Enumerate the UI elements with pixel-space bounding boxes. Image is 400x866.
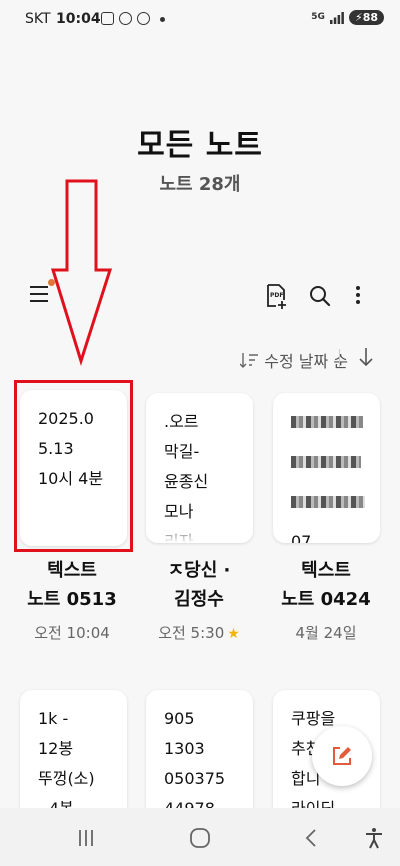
preview-line: 1303 bbox=[164, 739, 205, 758]
note-title: ㅈ당신 · 김정수 bbox=[134, 556, 264, 614]
note-card-0513[interactable]: 2025.0 5.13 10시 4분 bbox=[20, 390, 127, 546]
preview-line: 윤종신 bbox=[164, 472, 209, 491]
note-title: 텍스트 노트 0513 bbox=[7, 556, 137, 614]
note-title-line: 노트 0424 bbox=[281, 589, 371, 610]
note-date: 4월 24일 bbox=[295, 624, 357, 642]
preview-line: 10시 4분 bbox=[38, 469, 104, 488]
preview-line: 07 bbox=[291, 532, 312, 543]
battery-level: 88 bbox=[362, 11, 378, 24]
accessibility-button[interactable] bbox=[362, 826, 390, 850]
preview-line: .오르 bbox=[164, 412, 199, 431]
pdf-add-icon: PDF bbox=[267, 284, 286, 309]
back-icon bbox=[305, 829, 316, 847]
recent-apps-icon bbox=[79, 830, 93, 846]
note-date: 오전 5:30 ★ bbox=[134, 622, 264, 643]
search-button[interactable] bbox=[306, 282, 334, 310]
more-options-button[interactable] bbox=[348, 282, 376, 310]
preview-line: 뚜껑(소) bbox=[38, 769, 95, 788]
new-badge-dot bbox=[48, 279, 55, 286]
carrier-label: SKT bbox=[25, 11, 51, 27]
sort-divider bbox=[339, 349, 340, 367]
note-preview: 1k - 12봉 뚜껑(소) - 4봉 bbox=[38, 704, 121, 824]
screenshot-notification-icon bbox=[101, 12, 114, 25]
system-navigation-bar bbox=[0, 808, 400, 866]
preview-line: 막길- bbox=[164, 442, 200, 461]
sort-direction-button[interactable] bbox=[356, 345, 376, 369]
menu-icon-bar bbox=[30, 300, 48, 302]
svg-text:PDF: PDF bbox=[270, 292, 283, 299]
compose-icon bbox=[333, 747, 351, 765]
note-date: 오전 10:04 bbox=[34, 624, 110, 642]
sort-icon bbox=[240, 353, 259, 368]
preview-line: 5.13 bbox=[38, 439, 74, 458]
redacted-line bbox=[291, 487, 374, 527]
menu-button[interactable] bbox=[28, 279, 55, 306]
accessibility-icon bbox=[366, 828, 382, 849]
note-title-line: 노트 0513 bbox=[27, 589, 117, 610]
status-right: 5G ⚡88 bbox=[311, 10, 384, 25]
recent-apps-button[interactable] bbox=[72, 826, 100, 850]
preview-fade bbox=[146, 521, 253, 543]
note-preview: 2025.0 5.13 10시 4분 bbox=[38, 404, 121, 494]
redacted-text bbox=[291, 456, 361, 468]
chat-notification-icon bbox=[119, 12, 132, 25]
note-title: 텍스트 노트 0424 bbox=[261, 556, 391, 614]
back-button[interactable] bbox=[298, 826, 326, 850]
preview-line: 905 bbox=[164, 709, 195, 728]
import-pdf-button[interactable]: PDF bbox=[262, 282, 290, 310]
home-icon bbox=[190, 828, 210, 848]
face-notification-icon bbox=[137, 12, 150, 25]
preview-line: 050375 bbox=[164, 769, 226, 788]
preview-line: 1k - bbox=[38, 709, 69, 728]
sort-option-button[interactable]: 수정 날짜 순 bbox=[240, 348, 348, 372]
page-title: 모든 노트 bbox=[137, 128, 263, 163]
network-type: 5G bbox=[311, 12, 325, 22]
status-bar: SKT 10:04 5G ⚡88 bbox=[0, 0, 400, 36]
preview-line: 12봉 bbox=[38, 739, 74, 758]
note-preview: 905 1303 050375 44978 bbox=[164, 704, 247, 824]
note-date-text: 오전 5:30 bbox=[158, 624, 225, 642]
note-title-line: 텍스트 bbox=[301, 560, 351, 581]
more-notifications-dot bbox=[160, 17, 165, 22]
home-button[interactable] bbox=[186, 826, 214, 850]
new-note-button[interactable] bbox=[312, 726, 372, 786]
favorite-star-icon: ★ bbox=[227, 626, 240, 642]
menu-icon-bar bbox=[30, 293, 48, 295]
notes-screen: SKT 10:04 5G ⚡88 모든 노트 노트 28개 PDF 수정 날짜 … bbox=[0, 0, 400, 866]
signal-icon bbox=[329, 11, 344, 24]
sort-label: 수정 날짜 순 bbox=[264, 352, 348, 371]
note-title-line: 텍스트 bbox=[47, 560, 97, 581]
note-title-line: ㅈ당신 · bbox=[167, 560, 231, 581]
note-title-line: 김정수 bbox=[174, 589, 224, 610]
redacted-line bbox=[291, 447, 374, 487]
note-count: 노트 28개 bbox=[159, 174, 241, 195]
note-card-0424[interactable]: 07 bbox=[273, 393, 380, 543]
redacted-text bbox=[291, 496, 365, 508]
arrow-down-icon bbox=[359, 348, 373, 367]
more-vertical-icon bbox=[356, 286, 360, 304]
redacted-text bbox=[291, 416, 363, 428]
note-preview: 07 bbox=[291, 407, 374, 543]
note-card-song[interactable]: .오르 막길- 윤종신 모나 리자 bbox=[146, 393, 253, 543]
menu-icon bbox=[30, 286, 48, 288]
status-time: 10:04 bbox=[56, 11, 101, 27]
battery-icon: ⚡88 bbox=[348, 10, 384, 25]
search-icon bbox=[310, 286, 331, 307]
redacted-line bbox=[291, 407, 374, 447]
preview-line: 2025.0 bbox=[38, 409, 94, 428]
